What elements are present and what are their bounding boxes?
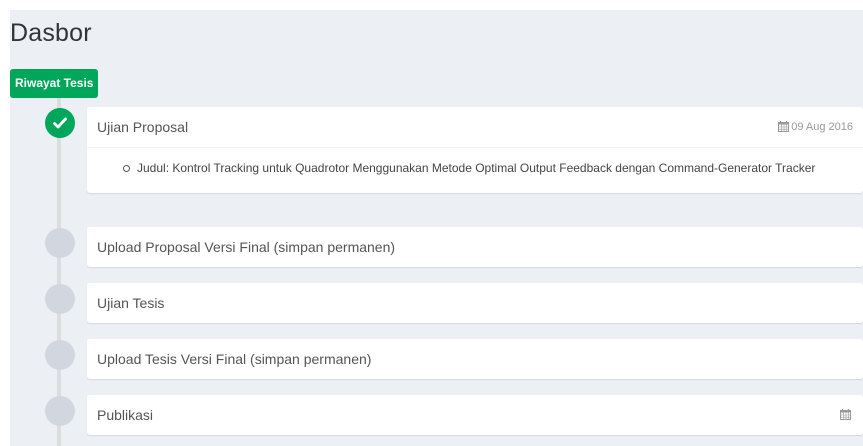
pending-icon: [45, 284, 75, 314]
check-icon: [45, 108, 75, 138]
calendar-icon: [778, 121, 790, 132]
timeline-item-title: Ujian Tesis: [97, 295, 165, 311]
calendar-icon: [840, 409, 851, 420]
timeline-item-upload-tesis: Upload Tesis Versi Final (simpan permane…: [87, 339, 863, 379]
timeline-item-header: Upload Tesis Versi Final (simpan permane…: [87, 339, 863, 379]
timeline-line: [57, 98, 61, 446]
timeline-item-header: Upload Proposal Versi Final (simpan perm…: [87, 227, 863, 267]
timeline-item-title: Upload Tesis Versi Final (simpan permane…: [97, 351, 372, 367]
timeline-item-title: Upload Proposal Versi Final (simpan perm…: [97, 239, 396, 255]
timeline-item-ujian-proposal: Ujian Proposal 09 Aug 2016 Judul: Kontro…: [87, 107, 863, 193]
timeline-item-date: 09 Aug 2016: [778, 107, 853, 147]
list-item: Judul: Kontrol Tracking untuk Quadrotor …: [123, 158, 853, 178]
timeline-item-title: Ujian Proposal: [97, 119, 189, 135]
timeline-item-header: Publikasi: [87, 395, 863, 435]
timeline-item-ujian-tesis: Ujian Tesis: [87, 283, 863, 323]
timeline-item-header: Ujian Proposal 09 Aug 2016: [87, 107, 863, 148]
timeline-item-body: Judul: Kontrol Tracking untuk Quadrotor …: [87, 148, 863, 193]
page-title: Dasbor: [10, 19, 92, 47]
timeline-item-title: Publikasi: [97, 407, 154, 423]
riwayat-tesis-badge: Riwayat Tesis: [10, 69, 99, 98]
pending-icon: [45, 340, 75, 370]
timeline-item-header: Ujian Tesis: [87, 283, 863, 323]
timeline-item-upload-proposal: Upload Proposal Versi Final (simpan perm…: [87, 227, 863, 267]
timeline-item-publikasi: Publikasi: [87, 395, 863, 435]
dashboard-panel: Dasbor Riwayat Tesis Ujian Proposal 09 A…: [10, 10, 863, 446]
pending-icon: [45, 396, 75, 426]
pending-icon: [45, 228, 75, 258]
